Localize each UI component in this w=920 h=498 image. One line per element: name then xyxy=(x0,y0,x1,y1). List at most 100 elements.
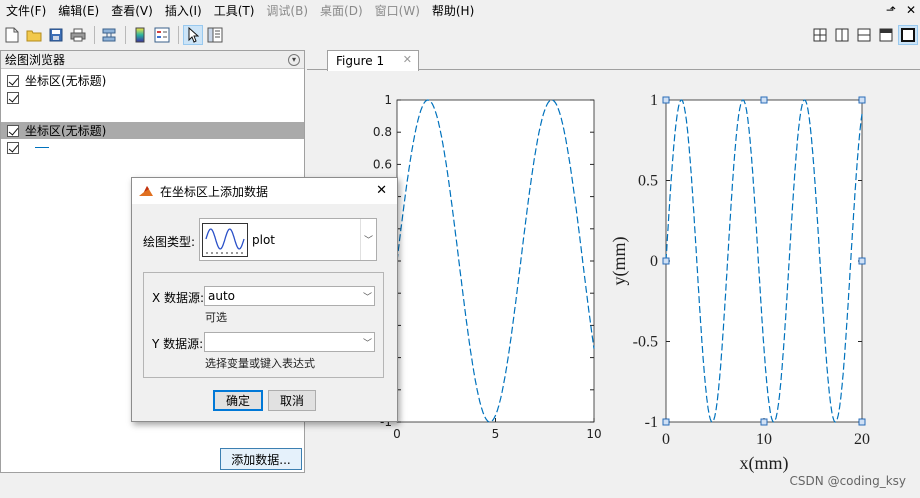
selection-handle xyxy=(662,257,670,265)
right-y-tick-label: 1 xyxy=(650,92,658,109)
add-data-dialog: 在坐标区上添加数据 ✕ 绘图类型: plot ﹀ X 数据源: auto ﹀ 可… xyxy=(131,177,398,422)
figure-svg: 10.80.60.40.20-0.2-0.4-0.6-0.8-1 0510 10… xyxy=(369,92,870,474)
tree-item-line-2[interactable] xyxy=(1,139,304,156)
legend-icon[interactable] xyxy=(152,25,172,45)
menu-debug[interactable]: 调试(B) xyxy=(260,0,314,22)
x-source-value: auto xyxy=(208,289,236,303)
tree-item-axes-2[interactable]: 坐标区(无标题) xyxy=(1,122,304,139)
cancel-button[interactable]: 取消 xyxy=(268,390,316,411)
menu-tools[interactable]: 工具(T) xyxy=(208,0,261,22)
maximize-layout-icon[interactable] xyxy=(898,25,918,45)
tab-figure-1[interactable]: Figure 1 ✕ xyxy=(327,50,419,71)
y-axis-label: y(mm) xyxy=(609,237,630,286)
right-axes-box[interactable] xyxy=(665,99,863,423)
left-x-tick-label: 0 xyxy=(393,427,401,441)
visibility-checkbox[interactable] xyxy=(7,124,19,137)
selection-handle xyxy=(858,257,866,265)
print-icon[interactable] xyxy=(68,25,88,45)
menu-desktop[interactable]: 桌面(D) xyxy=(314,0,369,22)
edit-plot-pointer-icon[interactable] xyxy=(183,25,203,45)
right-x-tick-label: 0 xyxy=(662,431,670,448)
plot-type-label: 绘图类型: xyxy=(143,235,196,249)
close-icon[interactable]: ✕ xyxy=(376,183,387,198)
visibility-checkbox[interactable] xyxy=(7,74,19,87)
chevron-down-icon[interactable]: ﹀ xyxy=(363,290,372,303)
open-folder-icon[interactable] xyxy=(24,25,44,45)
left-x-tick-label: 5 xyxy=(492,427,500,441)
selection-handle xyxy=(760,96,768,104)
colorbar-icon[interactable] xyxy=(130,25,150,45)
menu-insert[interactable]: 插入(I) xyxy=(159,0,208,22)
y-source-hint: 选择变量或键入表达式 xyxy=(205,357,315,370)
panel-options-icon[interactable]: ▾ xyxy=(288,53,300,66)
toolbar-separator xyxy=(94,26,95,44)
menu-window[interactable]: 窗口(W) xyxy=(369,0,426,22)
figure-canvas[interactable]: 10.80.60.40.20-0.2-0.4-0.6-0.8-1 0510 10… xyxy=(307,71,920,498)
save-icon[interactable] xyxy=(46,25,66,45)
left-y-tick-label: 1 xyxy=(384,93,392,107)
toolbar xyxy=(0,22,920,48)
right-x-tick-label: 10 xyxy=(756,431,772,448)
x-axis-label: x(mm) xyxy=(740,453,789,474)
selection-handle xyxy=(760,418,768,426)
tile-columns-icon[interactable] xyxy=(832,25,852,45)
right-y-tick-label: -1 xyxy=(645,414,658,431)
property-editor-icon[interactable] xyxy=(205,25,225,45)
x-source-combobox[interactable]: auto ﹀ xyxy=(204,286,375,306)
dialog-title: 在坐标区上添加数据 xyxy=(160,184,269,199)
menu-edit[interactable]: 编辑(E) xyxy=(52,0,105,22)
right-y-tick-label: 0 xyxy=(650,253,658,270)
x-source-label: X 数据源: xyxy=(152,291,205,305)
menu-bar: 文件(F) 编辑(E) 查看(V) 插入(I) 工具(T) 调试(B) 桌面(D… xyxy=(0,0,920,22)
plot-browser-header: 绘图浏览器 ▾ xyxy=(1,51,304,69)
plot-browser-title: 绘图浏览器 xyxy=(5,53,66,67)
selection-handle xyxy=(662,418,670,426)
right-y-tick-label: -0.5 xyxy=(633,334,658,351)
left-y-tick-label: 0.8 xyxy=(373,125,392,139)
visibility-checkbox[interactable] xyxy=(7,91,19,104)
left-y-tick-label: 0.6 xyxy=(373,157,392,171)
line-swatch xyxy=(35,147,49,148)
ok-button[interactable]: 确定 xyxy=(213,390,263,411)
matlab-logo-icon xyxy=(139,186,153,196)
chevron-down-icon[interactable]: ﹀ xyxy=(363,336,372,349)
close-tab-icon[interactable]: ✕ xyxy=(403,53,412,66)
toolbar-separator xyxy=(125,26,126,44)
matlab-figure-window: 文件(F) 编辑(E) 查看(V) 插入(I) 工具(T) 调试(B) 桌面(D… xyxy=(0,0,920,498)
tile-grid-icon[interactable] xyxy=(810,25,830,45)
watermark: CSDN @coding_ksy xyxy=(789,474,906,488)
left-axes-box[interactable] xyxy=(396,99,595,423)
plot-type-value: plot xyxy=(252,232,275,247)
layout-buttons xyxy=(810,25,918,45)
tree-item-label: 坐标区(无标题) xyxy=(25,124,107,138)
toolbar-separator xyxy=(178,26,179,44)
y-source-label: Y 数据源: xyxy=(152,337,204,351)
right-y-tick-label: 0.5 xyxy=(638,173,658,190)
undock-icon[interactable]: ⬏ xyxy=(886,3,896,17)
menu-help[interactable]: 帮助(H) xyxy=(426,0,480,22)
tile-rows-icon[interactable] xyxy=(854,25,874,45)
menu-file[interactable]: 文件(F) xyxy=(0,0,52,22)
plot-thumbnail-icon xyxy=(202,222,248,257)
visibility-checkbox[interactable] xyxy=(7,141,19,154)
selection-handle xyxy=(858,96,866,104)
left-x-tick-label: 10 xyxy=(586,427,601,441)
x-source-hint: 可选 xyxy=(205,311,227,324)
chevron-down-icon[interactable]: ﹀ xyxy=(360,219,376,260)
new-figure-icon[interactable] xyxy=(2,25,22,45)
tree-item-label: 坐标区(无标题) xyxy=(25,74,107,88)
plot-type-select[interactable]: plot ﹀ xyxy=(199,218,377,261)
close-icon[interactable]: ✕ xyxy=(906,3,916,17)
menu-view[interactable]: 查看(V) xyxy=(105,0,159,22)
add-data-button[interactable]: 添加数据... xyxy=(220,448,302,470)
tree-item-line-1[interactable] xyxy=(1,89,304,106)
tree-item-axes-1[interactable]: 坐标区(无标题) xyxy=(1,72,304,89)
window-controls: ⬏ ✕ xyxy=(886,3,916,17)
link-plot-icon[interactable] xyxy=(99,25,119,45)
float-layout-icon[interactable] xyxy=(876,25,896,45)
tab-label: Figure 1 xyxy=(336,54,385,68)
y-source-combobox[interactable]: ﹀ xyxy=(204,332,375,352)
right-x-tick-label: 20 xyxy=(854,431,870,448)
figure-tab-bar: Figure 1 ✕ xyxy=(307,50,920,71)
dialog-title-bar: 在坐标区上添加数据 ✕ xyxy=(132,178,397,204)
